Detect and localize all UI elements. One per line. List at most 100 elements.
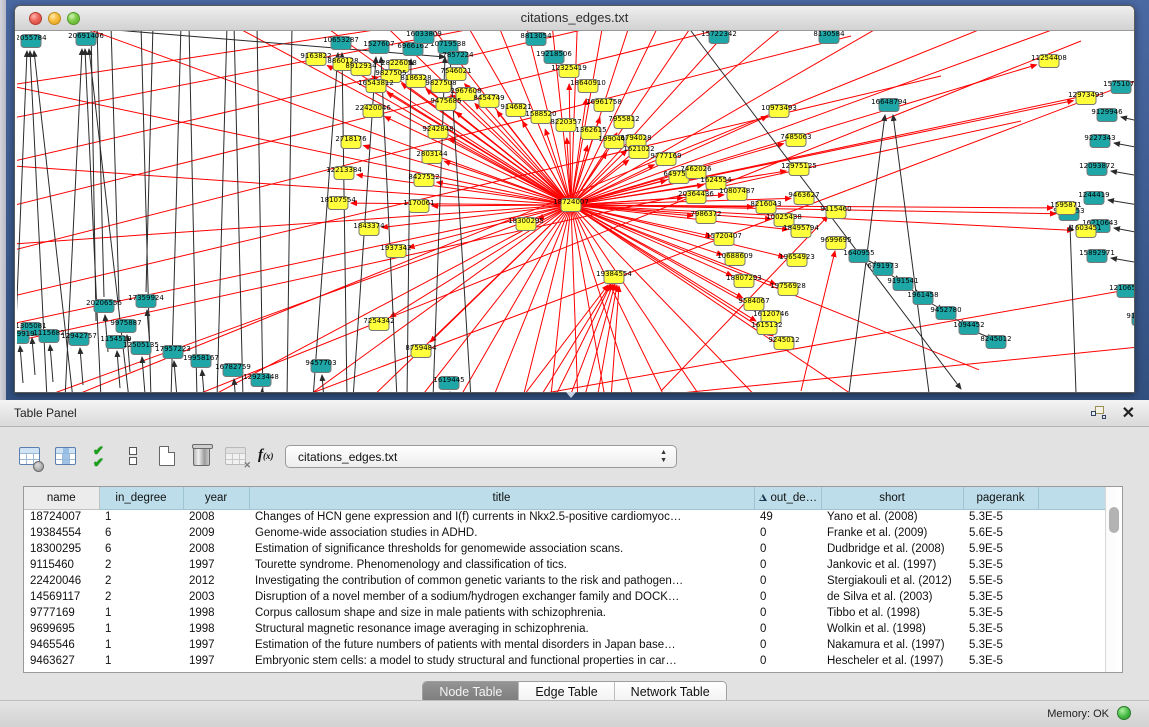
cell-name[interactable]: 22420046 [24, 573, 99, 589]
cell-short[interactable]: de Silva et al. (2003) [821, 589, 963, 605]
memory-status-indicator[interactable] [1117, 706, 1131, 720]
cell-in_degree[interactable]: 6 [99, 525, 183, 541]
column-header-out_de…[interactable]: out_de… [754, 487, 821, 509]
graph-node[interactable]: 19654923 [779, 253, 815, 267]
graph-node[interactable]: 19384554 [596, 270, 632, 284]
column-header-name[interactable]: name [24, 487, 99, 509]
cell-out_de…[interactable]: 0 [754, 557, 821, 573]
delete-table-icon[interactable]: ✕ [224, 444, 250, 472]
graph-node[interactable]: 16648794 [871, 98, 907, 112]
graph-edge[interactable] [351, 203, 571, 205]
cell-year[interactable]: 1998 [183, 605, 249, 621]
network-view-window[interactable]: citations_edges.txt 20557842069140610653… [14, 5, 1135, 393]
close-panel-icon[interactable]: ✕ [1122, 403, 1135, 423]
cell-short[interactable]: Jankovic et al. (1997) [821, 557, 963, 573]
graph-edge[interactable] [1108, 200, 1134, 207]
graph-node[interactable]: 6791973 [867, 262, 898, 276]
graph-edge[interactable] [407, 59, 411, 392]
cell-out_de…[interactable]: 0 [754, 605, 821, 621]
graph-node[interactable]: 12975125 [781, 162, 817, 176]
graph-node[interactable]: 9191541 [887, 277, 918, 291]
graph-node[interactable]: 15892971 [1079, 249, 1115, 263]
cell-name[interactable]: 14569117 [24, 589, 99, 605]
graph-edge[interactable] [1111, 258, 1134, 265]
cell-title[interactable]: Tourette syndrome. Phenomenology and cla… [249, 557, 754, 573]
graph-node[interactable]: 9129946 [1091, 108, 1123, 122]
graph-edge[interactable] [1114, 228, 1134, 235]
graph-node[interactable]: 8130584 [813, 31, 845, 44]
graph-edge[interactable] [584, 284, 615, 392]
cell-out_de…[interactable]: 49 [754, 509, 821, 525]
graph-edge[interactable] [1114, 143, 1134, 150]
graph-node[interactable]: 19218506 [536, 50, 572, 64]
graph-node[interactable]: 10807487 [719, 187, 755, 201]
graph-node[interactable]: 8216043 [750, 200, 781, 214]
window-titlebar[interactable]: citations_edges.txt [15, 6, 1134, 31]
trash-icon[interactable] [190, 444, 216, 472]
graph-edge[interactable] [232, 205, 571, 392]
graph-edge[interactable] [571, 31, 1039, 205]
show-columns-icon[interactable] [54, 444, 80, 472]
cell-pagerank[interactable]: 5.5E-5 [963, 573, 1038, 589]
cell-out_de…[interactable]: 0 [754, 573, 821, 589]
cell-name[interactable]: 9699695 [24, 621, 99, 637]
graph-edge[interactable] [234, 379, 237, 392]
cell-in_degree[interactable]: 1 [99, 621, 183, 637]
cell-pagerank[interactable]: 5.3E-5 [963, 637, 1038, 653]
cell-pagerank[interactable]: 5.3E-5 [963, 605, 1038, 621]
graph-edge[interactable] [342, 53, 347, 392]
graph-node[interactable]: 8245012 [980, 335, 1011, 349]
cell-out_de…[interactable]: 0 [754, 653, 821, 669]
table-row[interactable]: 946554611997Estimation of the future num… [24, 637, 1106, 653]
cell-pagerank[interactable]: 5.3E-5 [963, 621, 1038, 637]
graph-node[interactable]: 11254408 [1031, 54, 1067, 68]
float-panel-icon[interactable] [1091, 406, 1107, 420]
graph-node[interactable]: 2055784 [17, 34, 47, 48]
graph-node[interactable]: 1115682 [33, 329, 64, 343]
cell-title[interactable]: Disruption of a novel member of a sodium… [249, 589, 754, 605]
graph-node[interactable]: 18495794 [783, 224, 819, 238]
graph-edge[interactable] [432, 205, 571, 206]
graph-edge[interactable] [20, 346, 23, 383]
graph-node[interactable]: 9457703 [305, 359, 336, 373]
table-scrollbar[interactable] [1105, 487, 1122, 672]
graph-edge[interactable] [111, 31, 119, 301]
graph-edge[interactable] [146, 31, 153, 292]
cell-name[interactable]: 9465546 [24, 637, 99, 653]
cell-name[interactable]: 9463627 [24, 653, 99, 669]
column-header-pagerank[interactable]: pagerank [963, 487, 1038, 509]
cell-title[interactable]: Estimation of significance thresholds fo… [249, 541, 754, 557]
graph-node[interactable]: 18807293 [726, 274, 762, 288]
cell-out_de…[interactable]: 0 [754, 525, 821, 541]
graph-edge[interactable] [554, 284, 611, 392]
cell-short[interactable]: Hescheler et al. (1997) [821, 653, 963, 669]
cell-short[interactable]: Franke et al. (2009) [821, 525, 963, 541]
cell-year[interactable]: 2009 [183, 525, 249, 541]
cell-pagerank[interactable]: 5.3E-5 [963, 653, 1038, 669]
graph-edge[interactable] [189, 31, 197, 392]
graph-node[interactable]: 16543812 [358, 79, 394, 93]
graph-edge[interactable] [181, 41, 1081, 392]
graph-edge[interactable] [32, 338, 35, 375]
graph-node[interactable]: 1640955 [843, 249, 874, 263]
cell-short[interactable]: Dudbridge et al. (2008) [821, 541, 963, 557]
graph-node[interactable]: 9975887 [110, 319, 141, 333]
cell-short[interactable]: Tibbo et al. (1998) [821, 605, 963, 621]
graph-node[interactable]: 17359924 [128, 294, 164, 308]
graph-node[interactable]: 9245012 [768, 336, 799, 350]
graph-node[interactable]: 8427552 [408, 173, 439, 187]
graph-edge[interactable] [257, 31, 263, 392]
cell-year[interactable]: 1997 [183, 557, 249, 573]
graph-node[interactable]: 12325419 [551, 64, 587, 78]
cell-year[interactable]: 2008 [183, 509, 249, 525]
table-select-dropdown[interactable]: citations_edges.txt ▲▼ [285, 445, 677, 468]
cell-name[interactable]: 9115460 [24, 557, 99, 573]
graph-node[interactable]: 18107554 [320, 196, 356, 210]
graph-node[interactable]: 19958167 [183, 354, 219, 368]
graph-node[interactable]: 9777169 [650, 152, 681, 166]
cell-year[interactable]: 2003 [183, 589, 249, 605]
cell-pagerank[interactable]: 5.9E-5 [963, 541, 1038, 557]
graph-node[interactable]: 16961758 [586, 98, 622, 112]
graph-node[interactable]: 7955812 [608, 115, 639, 129]
cell-out_de…[interactable]: 0 [754, 541, 821, 557]
